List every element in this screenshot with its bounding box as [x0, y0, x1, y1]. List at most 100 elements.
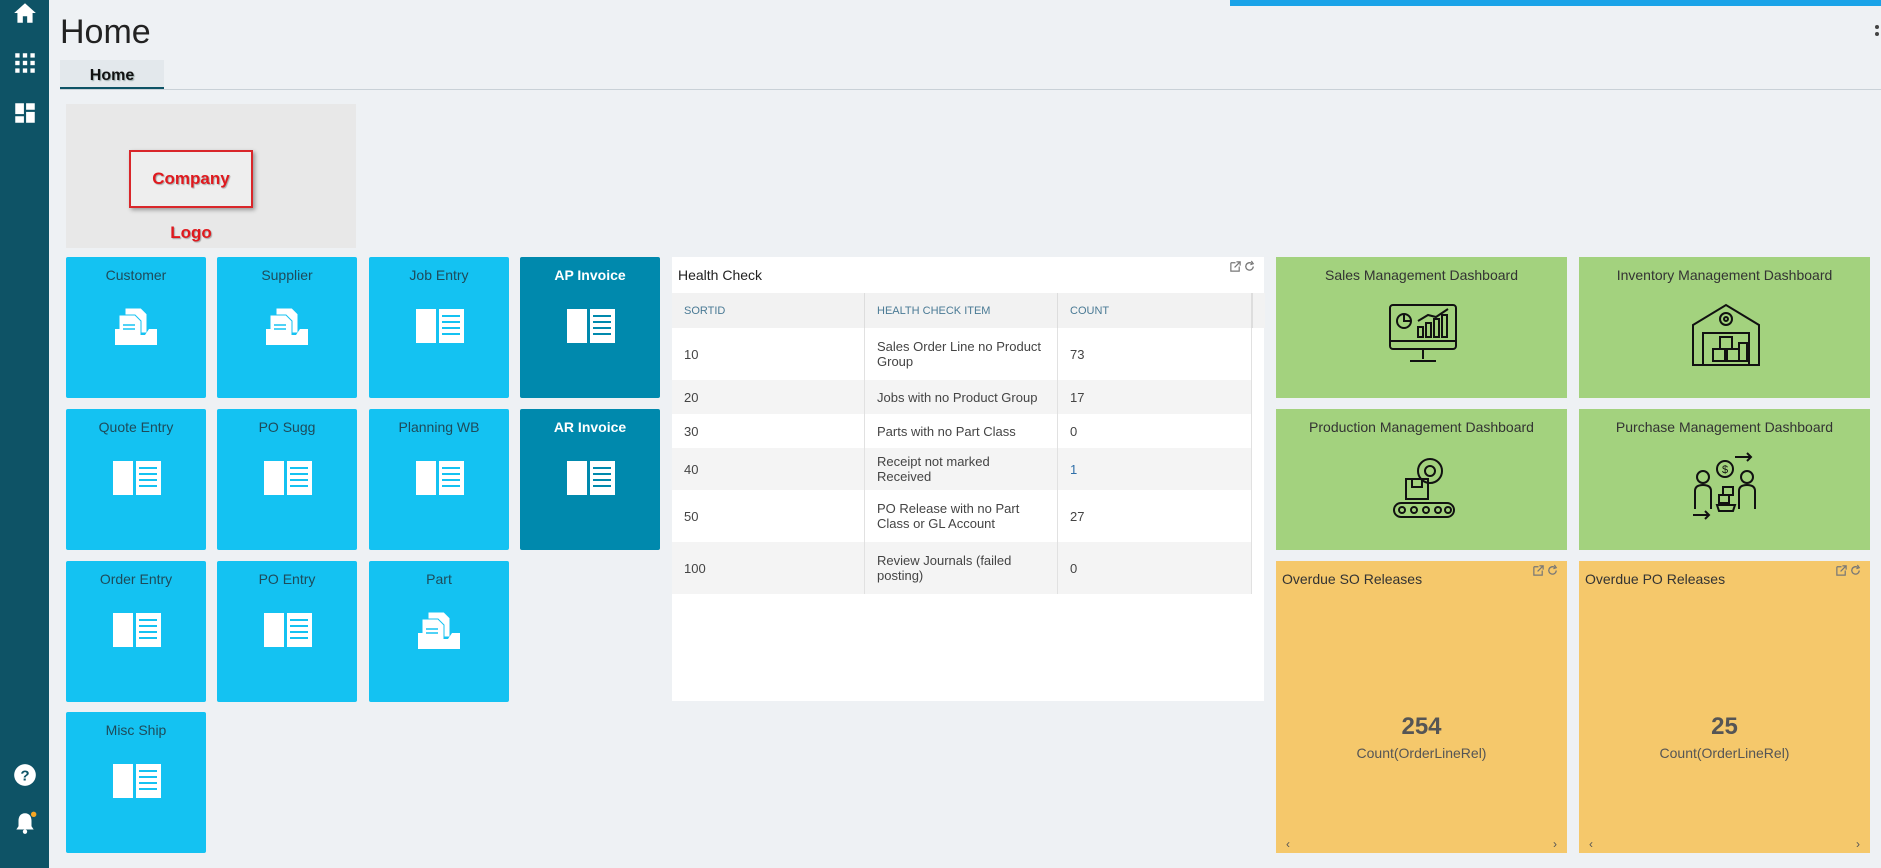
kpi-title: Overdue PO Releases — [1585, 571, 1726, 587]
tile-label: Purchase Management Dashboard — [1615, 419, 1834, 435]
form-icon — [565, 457, 617, 499]
table-row[interactable]: 50 PO Release with no Part Class or GL A… — [672, 490, 1252, 542]
cell-sortid: 40 — [672, 448, 865, 490]
tab-divider — [60, 89, 1881, 90]
column-header-sortid[interactable]: SORTID — [672, 293, 865, 328]
kpi-value: 25 — [1711, 713, 1738, 740]
tile-production-dashboard[interactable]: Production Management Dashboard — [1276, 409, 1567, 550]
tile-label: Job Entry — [409, 267, 469, 283]
tile-label: Customer — [105, 267, 167, 283]
form-icon — [414, 457, 466, 499]
grid-apps-icon[interactable] — [12, 50, 38, 76]
document-stack-icon — [414, 609, 466, 651]
health-check-table: SORTID HEALTH CHECK ITEM COUNT 10 Sales … — [672, 293, 1252, 594]
kpi-subtitle: Count(OrderLineRel) — [1356, 745, 1487, 761]
cell-count: 73 — [1057, 328, 1252, 380]
cell-count: 27 — [1057, 490, 1252, 542]
tile-label: PO Sugg — [258, 419, 316, 435]
tile-label: AR Invoice — [553, 419, 627, 435]
home-icon[interactable] — [12, 0, 38, 26]
page-title: Home — [60, 13, 151, 51]
company-logo: Company Logo — [129, 150, 253, 242]
refresh-icon[interactable] — [1546, 564, 1559, 577]
chevron-right-icon[interactable]: › — [1553, 837, 1557, 851]
document-stack-icon — [262, 305, 314, 347]
tile-po-sugg[interactable]: PO Sugg — [217, 409, 357, 550]
warehouse-icon — [1689, 297, 1763, 371]
tile-planning-wb[interactable]: Planning WB — [369, 409, 509, 550]
cell-count: 17 — [1057, 380, 1252, 414]
cell-item: Jobs with no Product Group — [864, 380, 1058, 414]
form-icon — [262, 609, 314, 651]
help-icon[interactable]: ? — [12, 762, 38, 788]
cell-sortid: 100 — [672, 542, 865, 594]
tile-part[interactable]: Part — [369, 561, 509, 702]
tile-misc-ship[interactable]: Misc Ship — [66, 712, 206, 853]
chevron-right-icon[interactable]: › — [1856, 837, 1860, 851]
more-options-icon[interactable] — [1873, 24, 1881, 44]
form-icon — [111, 609, 163, 651]
tile-ar-invoice[interactable]: AR Invoice — [520, 409, 660, 550]
tile-inventory-dashboard[interactable]: Inventory Management Dashboard — [1579, 257, 1870, 398]
open-external-icon[interactable] — [1532, 564, 1545, 577]
table-row[interactable]: 10 Sales Order Line no Product Group 73 — [672, 328, 1252, 380]
document-stack-icon — [111, 305, 163, 347]
conveyor-gear-icon — [1386, 449, 1460, 523]
tile-sales-dashboard[interactable]: Sales Management Dashboard — [1276, 257, 1567, 398]
chevron-left-icon[interactable]: ‹ — [1589, 837, 1593, 851]
form-icon — [262, 457, 314, 499]
monitor-chart-icon — [1386, 297, 1460, 371]
purchase-exchange-icon: $ — [1689, 449, 1763, 523]
cell-sortid: 50 — [672, 490, 865, 542]
tile-job-entry[interactable]: Job Entry — [369, 257, 509, 398]
table-row[interactable]: 30 Parts with no Part Class 0 — [672, 414, 1252, 448]
cell-sortid: 20 — [672, 380, 865, 414]
tile-label: Planning WB — [398, 419, 480, 435]
tile-label: Inventory Management Dashboard — [1616, 267, 1833, 283]
tile-quote-entry[interactable]: Quote Entry — [66, 409, 206, 550]
tile-label: PO Entry — [258, 571, 316, 587]
refresh-icon[interactable] — [1243, 260, 1256, 273]
tile-label: AP Invoice — [554, 267, 626, 283]
company-logo-panel: Company Logo — [66, 104, 356, 248]
health-check-panel: Health Check SORTID HEALTH CHECK ITEM CO… — [672, 257, 1265, 701]
tile-po-entry[interactable]: PO Entry — [217, 561, 357, 702]
tile-label: Supplier — [261, 267, 313, 283]
kpi-overdue-so: Overdue SO Releases 254 Count(OrderLineR… — [1276, 561, 1567, 853]
dashboard-icon[interactable] — [12, 100, 38, 126]
tab-home[interactable]: Home — [60, 60, 164, 88]
column-header-count[interactable]: COUNT — [1057, 293, 1252, 328]
kpi-overdue-po: Overdue PO Releases 25 Count(OrderLineRe… — [1579, 561, 1870, 853]
cell-item: Receipt not marked Received — [864, 448, 1058, 490]
tile-label: Order Entry — [99, 571, 173, 587]
table-row[interactable]: 40 Receipt not marked Received 1 — [672, 448, 1252, 490]
cell-item: PO Release with no Part Class or GL Acco… — [864, 490, 1058, 542]
panel-title: Health Check — [678, 267, 763, 283]
tile-customer[interactable]: Customer — [66, 257, 206, 398]
open-external-icon[interactable] — [1229, 260, 1242, 273]
tile-supplier[interactable]: Supplier — [217, 257, 357, 398]
bell-icon[interactable] — [12, 810, 38, 836]
tile-purchase-dashboard[interactable]: Purchase Management Dashboard $ — [1579, 409, 1870, 550]
cell-count: 0 — [1057, 542, 1252, 594]
svg-text:?: ? — [20, 767, 29, 784]
cell-count: 1 — [1057, 448, 1252, 490]
chevron-left-icon[interactable]: ‹ — [1286, 837, 1290, 851]
left-nav-rail: ? — [0, 0, 49, 868]
tile-ap-invoice[interactable]: AP Invoice — [520, 257, 660, 398]
form-icon — [414, 305, 466, 347]
cell-item: Parts with no Part Class — [864, 414, 1058, 448]
company-logo-text: Company Logo — [152, 169, 230, 242]
table-row[interactable]: 20 Jobs with no Product Group 17 — [672, 380, 1252, 414]
table-row[interactable]: 100 Review Journals (failed posting) 0 — [672, 542, 1252, 594]
panel-tools — [1834, 564, 1864, 578]
column-header-item[interactable]: HEALTH CHECK ITEM — [864, 293, 1058, 328]
panel-tools — [1228, 260, 1258, 274]
kpi-title: Overdue SO Releases — [1282, 571, 1423, 587]
tile-label: Production Management Dashboard — [1309, 419, 1534, 435]
form-icon — [111, 457, 163, 499]
scrollbar[interactable] — [1252, 293, 1265, 328]
open-external-icon[interactable] — [1835, 564, 1848, 577]
tile-order-entry[interactable]: Order Entry — [66, 561, 206, 702]
refresh-icon[interactable] — [1849, 564, 1862, 577]
